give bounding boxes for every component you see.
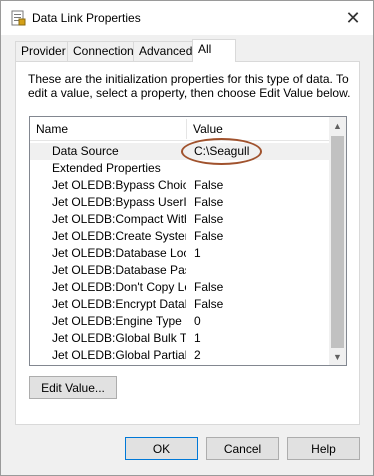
table-row[interactable]: Jet OLEDB:Bypass Choic... False: [30, 177, 330, 194]
close-button[interactable]: ✕: [339, 5, 367, 31]
property-value: False: [194, 212, 224, 226]
help-button[interactable]: Help: [287, 437, 360, 460]
property-value: False: [194, 229, 224, 243]
property-value: False: [194, 195, 224, 209]
tab-provider[interactable]: Provider: [15, 41, 72, 61]
column-header-name[interactable]: Name: [30, 117, 186, 141]
tab-strip: Provider Connection Advanced All: [15, 39, 345, 62]
ok-button[interactable]: OK: [125, 437, 198, 460]
table-row[interactable]: Jet OLEDB:Encrypt Datab... False: [30, 296, 330, 313]
property-value: False: [194, 178, 224, 192]
tab-panel-all: These are the initialization properties …: [15, 61, 360, 425]
cancel-button[interactable]: Cancel: [206, 437, 279, 460]
property-name: Jet OLEDB:Database Pas...: [52, 263, 186, 277]
close-icon: ✕: [345, 7, 361, 28]
table-row[interactable]: Jet OLEDB:Global Partial ... 2: [30, 347, 330, 364]
property-value: 0: [194, 314, 201, 328]
title-bar: Data Link Properties ✕: [1, 1, 373, 35]
table-row[interactable]: Data Source C:\Seagull: [30, 143, 330, 160]
property-value: 2: [194, 348, 201, 362]
property-name: Jet OLEDB:Bypass Choic...: [52, 178, 186, 192]
properties-list[interactable]: Name Value Data Source C:\Seagull Extended…: [29, 116, 347, 366]
property-value: False: [194, 280, 224, 294]
property-name: Jet OLEDB:Global Bulk Tr...: [52, 331, 186, 345]
vertical-scrollbar[interactable]: ▲ ▼: [329, 117, 346, 365]
scroll-thumb[interactable]: [331, 136, 344, 348]
table-row[interactable]: Jet OLEDB:Compact With... False: [30, 211, 330, 228]
property-name: Jet OLEDB:Engine Type: [52, 314, 182, 328]
data-link-icon: [10, 10, 26, 26]
property-value: 1: [194, 246, 201, 260]
instructions-text: These are the initialization properties …: [28, 72, 351, 100]
list-rows: Data Source C:\Seagull Extended Properties…: [30, 143, 330, 364]
property-name: Extended Properties: [52, 161, 161, 175]
table-row[interactable]: Jet OLEDB:Bypass UserIn... False: [30, 194, 330, 211]
property-name: Data Source: [52, 144, 119, 158]
property-name: Jet OLEDB:Global Partial ...: [52, 348, 186, 362]
property-value: False: [194, 297, 224, 311]
property-name: Jet OLEDB:Don't Copy Lo...: [52, 280, 186, 294]
table-row[interactable]: Jet OLEDB:Database Loc... 1: [30, 245, 330, 262]
tab-all[interactable]: All: [192, 39, 236, 62]
list-header: Name Value: [30, 117, 330, 141]
column-header-value[interactable]: Value: [187, 117, 330, 141]
tab-advanced[interactable]: Advanced: [133, 41, 199, 61]
property-name: Jet OLEDB:Bypass UserIn...: [52, 195, 186, 209]
data-link-properties-dialog: Data Link Properties ✕ Provider Connecti…: [0, 0, 374, 476]
scroll-down-icon[interactable]: ▼: [329, 348, 346, 365]
table-row[interactable]: Jet OLEDB:Engine Type 0: [30, 313, 330, 330]
window-title: Data Link Properties: [32, 11, 141, 25]
table-row[interactable]: Jet OLEDB:Global Bulk Tr... 1: [30, 330, 330, 347]
scroll-up-icon[interactable]: ▲: [329, 117, 346, 134]
table-row[interactable]: Jet OLEDB:Create System... False: [30, 228, 330, 245]
table-row[interactable]: Jet OLEDB:Database Pas...: [30, 262, 330, 279]
edit-value-button[interactable]: Edit Value...: [29, 376, 117, 399]
property-name: Jet OLEDB:Database Loc...: [52, 246, 186, 260]
property-name: Jet OLEDB:Create System...: [52, 229, 186, 243]
property-value: 1: [194, 331, 201, 345]
tab-connection[interactable]: Connection: [67, 41, 140, 61]
property-value: C:\Seagull: [194, 144, 250, 158]
property-name: Jet OLEDB:Compact With...: [52, 212, 186, 226]
table-row[interactable]: Jet OLEDB:Don't Copy Lo... False: [30, 279, 330, 296]
property-name: Jet OLEDB:Encrypt Datab...: [52, 297, 186, 311]
table-row[interactable]: Extended Properties: [30, 160, 330, 177]
